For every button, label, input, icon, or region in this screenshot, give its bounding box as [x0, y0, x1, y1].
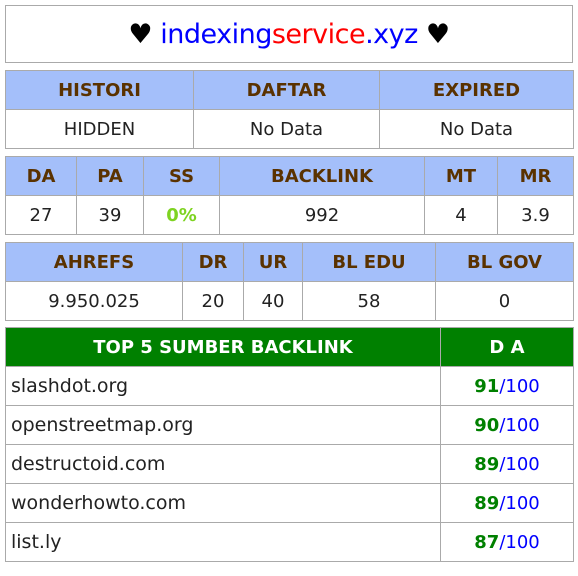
value-histori: HIDDEN: [5, 109, 194, 149]
da-score: 89: [474, 492, 500, 514]
backlink-da: 89/100: [440, 483, 574, 523]
value-bl-gov: 0: [435, 281, 574, 321]
da-score: 91: [474, 375, 500, 397]
value-ur: 40: [243, 281, 303, 321]
value-backlink: 992: [219, 195, 425, 235]
backlink-domain: slashdot.org: [5, 366, 441, 406]
top-backlinks-table: TOP 5 SUMBER BACKLINK D A slashdot.org 91/…: [5, 327, 574, 562]
da-max: 100: [505, 414, 540, 436]
header-mt: MT: [424, 156, 498, 196]
metrics-table: DA PA SS BACKLINK MT MR 27 39 0% 992 4 3.9: [5, 156, 574, 235]
domain-status-table: HISTORI DAFTAR EXPIRED HIDDEN No Data No Dat…: [5, 70, 574, 149]
page: ♥ indexing service .xyz ♥ HISTORI DAFTAR EXP…: [5, 5, 574, 562]
da-max: 100: [505, 375, 540, 397]
value-pa: 39: [76, 195, 144, 235]
header-dr: DR: [182, 242, 244, 282]
backlink-da: 89/100: [440, 444, 574, 484]
ahrefs-table: AHREFS DR UR BL EDU BL GOV 9.950.025 20 40 58 0: [5, 242, 574, 321]
table-row: openstreetmap.org 90/100: [5, 405, 574, 445]
value-ss: 0%: [143, 195, 220, 235]
header-bl-gov: BL GOV: [435, 242, 574, 282]
value-ahrefs: 9.950.025: [5, 281, 183, 321]
header-da: DA: [5, 156, 77, 196]
header-bl-edu: BL EDU: [302, 242, 436, 282]
value-mt: 4: [424, 195, 498, 235]
backlink-domain: list.ly: [5, 522, 441, 562]
da-max: 100: [505, 531, 540, 553]
da-score: 90: [474, 414, 500, 436]
table-row: slashdot.org 91/100: [5, 366, 574, 406]
value-daftar: No Data: [193, 109, 380, 149]
heart-icon: ♥: [128, 18, 153, 50]
value-dr: 20: [182, 281, 244, 321]
header-ss: SS: [143, 156, 220, 196]
site-title: ♥ indexing service .xyz ♥: [5, 5, 573, 63]
table-row: list.ly 87/100: [5, 522, 574, 562]
heart-icon: ♥: [425, 18, 450, 50]
header-ahrefs: AHREFS: [5, 242, 183, 282]
header-daftar: DAFTAR: [193, 70, 380, 110]
value-bl-edu: 58: [302, 281, 436, 321]
da-max: 100: [505, 492, 540, 514]
backlink-domain: openstreetmap.org: [5, 405, 441, 445]
table-row: destructoid.com 89/100: [5, 444, 574, 484]
backlink-da: 87/100: [440, 522, 574, 562]
backlink-domain: wonderhowto.com: [5, 483, 441, 523]
header-pa: PA: [76, 156, 144, 196]
title-part-service: service: [271, 18, 366, 50]
da-score: 87: [474, 531, 500, 553]
table-row: wonderhowto.com 89/100: [5, 483, 574, 523]
backlink-da: 91/100: [440, 366, 574, 406]
title-part-indexing: indexing: [160, 18, 272, 50]
header-expired: EXPIRED: [379, 70, 574, 110]
header-mr: MR: [497, 156, 574, 196]
header-backlink: BACKLINK: [219, 156, 425, 196]
value-expired: No Data: [379, 109, 574, 149]
da-max: 100: [505, 453, 540, 475]
da-score: 89: [474, 453, 500, 475]
header-ur: UR: [243, 242, 303, 282]
backlink-domain: destructoid.com: [5, 444, 441, 484]
header-da-col: D A: [440, 327, 574, 367]
header-top5: TOP 5 SUMBER BACKLINK: [5, 327, 441, 367]
backlink-da: 90/100: [440, 405, 574, 445]
header-histori: HISTORI: [5, 70, 194, 110]
value-mr: 3.9: [497, 195, 574, 235]
title-part-tld: .xyz: [365, 18, 418, 50]
value-da: 27: [5, 195, 77, 235]
